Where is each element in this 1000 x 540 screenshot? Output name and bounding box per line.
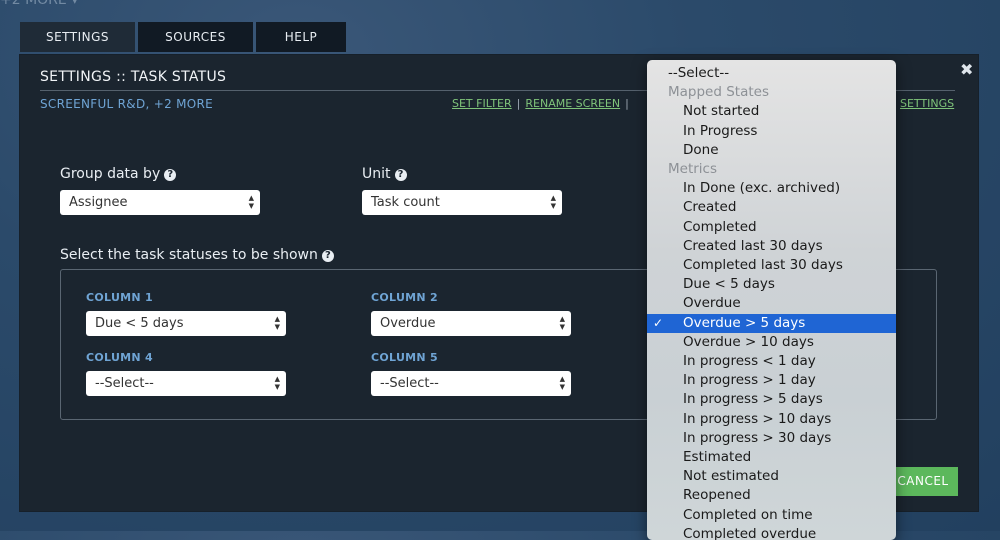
group-by-label: Group data by? <box>60 166 177 182</box>
menu-group-header: Metrics <box>647 160 896 179</box>
menu-item-select-placeholder[interactable]: --Select-- <box>647 64 896 83</box>
menu-item-label: Overdue <box>683 295 741 312</box>
menu-item[interactable]: Reopened <box>647 486 896 505</box>
menu-item[interactable]: Completed last 30 days <box>647 256 896 275</box>
tab-settings[interactable]: SETTINGS <box>20 22 135 52</box>
menu-item-label: Created last 30 days <box>683 237 823 254</box>
column-4-value: --Select-- <box>95 376 154 391</box>
menu-item[interactable]: Due < 5 days <box>647 275 896 294</box>
menu-item[interactable]: In progress > 30 days <box>647 429 896 448</box>
menu-item-label: In progress > 10 days <box>683 410 832 427</box>
menu-item-label: Reopened <box>683 487 751 504</box>
menu-item-label: Overdue > 10 days <box>683 333 814 350</box>
menu-item-label: Estimated <box>683 449 752 465</box>
column-1-select[interactable]: Due < 5 days ▲ ▼ <box>86 311 286 336</box>
menu-item-label: Completed last 30 days <box>683 257 843 273</box>
unit-select[interactable]: Task count ▲ ▼ <box>362 190 562 215</box>
menu-item[interactable]: Created <box>647 198 896 217</box>
menu-item-label: In progress > 5 days <box>683 391 823 408</box>
menu-item[interactable]: Overdue > 10 days <box>647 333 896 352</box>
breadcrumb: +2 MORE ▾ <box>0 0 79 8</box>
column-3-dropdown-menu: --Select-- Mapped States Not started In Pro… <box>647 60 896 540</box>
tab-sources[interactable]: SOURCES <box>138 22 253 52</box>
menu-item[interactable]: Created last 30 days <box>647 237 896 256</box>
column-2-select[interactable]: Overdue ▲ ▼ <box>371 311 571 336</box>
project-scope: SCREENFUL R&D, +2 MORE <box>40 97 214 111</box>
menu-item[interactable]: In progress < 1 day <box>647 352 896 371</box>
menu-item-label: Done <box>683 141 719 158</box>
menu-item-label: In progress < 1 day <box>683 353 816 369</box>
menu-item[interactable]: In progress > 1 day <box>647 371 896 390</box>
help-icon[interactable]: ? <box>321 250 334 262</box>
tab-bar: SETTINGS SOURCES HELP <box>20 22 346 52</box>
menu-item[interactable]: Completed overdue <box>647 525 896 540</box>
menu-item-label: Due < 5 days <box>683 276 775 293</box>
statuses-label: Select the task statuses to be shown? <box>60 247 334 263</box>
column-5-value: --Select-- <box>380 376 439 391</box>
menu-item-label: In Progress <box>683 122 758 139</box>
menu-item-label: Not started <box>683 103 760 120</box>
unit-label-text: Unit <box>362 166 391 182</box>
select-arrows-icon: ▲ ▼ <box>559 315 565 331</box>
cancel-button[interactable]: CANCEL <box>888 467 958 496</box>
settings-link[interactable]: SETTINGS <box>900 97 954 110</box>
menu-item[interactable]: Completed on time <box>647 506 896 525</box>
column-5-label: COLUMN 5 <box>371 351 439 364</box>
unit-label: Unit? <box>362 166 407 182</box>
menu-item-label: In progress > 30 days <box>683 429 832 446</box>
menu-item[interactable]: Not estimated <box>647 467 896 486</box>
rename-screen-link[interactable]: RENAME SCREEN <box>525 97 620 110</box>
menu-item-label: Created <box>683 199 737 216</box>
select-arrows-icon: ▲ ▼ <box>559 375 565 391</box>
menu-group-header: Mapped States <box>647 83 896 102</box>
menu-item[interactable]: In Done (exc. archived) <box>647 179 896 198</box>
menu-item-label: Not estimated <box>683 468 779 485</box>
help-icon[interactable]: ? <box>164 169 177 181</box>
column-5-select[interactable]: --Select-- ▲ ▼ <box>371 371 571 396</box>
tab-help[interactable]: HELP <box>256 22 346 52</box>
column-2-value: Overdue <box>380 316 436 331</box>
column-4-select[interactable]: --Select-- ▲ ▼ <box>86 371 286 396</box>
link-separator: | <box>516 97 521 110</box>
link-separator: | <box>625 97 629 110</box>
column-2-label: COLUMN 2 <box>371 291 439 304</box>
menu-item-label: In progress > 1 day <box>683 372 816 389</box>
menu-item-label: Completed <box>683 218 757 235</box>
menu-item[interactable]: ✓ Overdue > 5 days <box>647 313 896 333</box>
column-4-label: COLUMN 4 <box>86 351 154 364</box>
menu-item[interactable]: In progress > 10 days <box>647 410 896 429</box>
group-by-select[interactable]: Assignee ▲ ▼ <box>60 190 260 215</box>
group-by-label-text: Group data by <box>60 166 161 182</box>
menu-item-label: Overdue > 5 days <box>683 314 806 331</box>
column-1-label: COLUMN 1 <box>86 291 154 304</box>
menu-item-label: Completed overdue <box>683 525 817 540</box>
page-title: SETTINGS :: TASK STATUS <box>40 69 227 85</box>
column-1-value: Due < 5 days <box>95 316 184 331</box>
menu-item[interactable]: Estimated <box>647 448 896 467</box>
group-by-value: Assignee <box>69 195 128 210</box>
menu-item[interactable]: Completed <box>647 218 896 237</box>
unit-value: Task count <box>371 195 440 210</box>
select-arrows-icon: ▲ ▼ <box>274 375 280 391</box>
statuses-label-text: Select the task statuses to be shown <box>60 247 318 263</box>
select-arrows-icon: ▲ ▼ <box>550 194 556 210</box>
menu-item[interactable]: Not started <box>647 102 896 121</box>
menu-item-label: Mapped States <box>668 84 769 101</box>
menu-item[interactable]: Overdue <box>647 294 896 313</box>
checkmark-icon: ✓ <box>653 315 664 330</box>
menu-item-label: --Select-- <box>668 65 730 81</box>
menu-item-label: Metrics <box>668 161 718 177</box>
select-arrows-icon: ▲ ▼ <box>274 315 280 331</box>
select-arrows-icon: ▲ ▼ <box>248 194 254 210</box>
menu-item[interactable]: Done <box>647 141 896 160</box>
panel-links: SET FILTER | RENAME SCREEN | <box>452 97 634 110</box>
menu-item-label: In Done (exc. archived) <box>683 180 841 197</box>
set-filter-link[interactable]: SET FILTER <box>452 97 512 110</box>
menu-item-label: Completed on time <box>683 506 813 523</box>
menu-item[interactable]: In Progress <box>647 122 896 141</box>
menu-item[interactable]: In progress > 5 days <box>647 390 896 409</box>
close-icon[interactable]: ✖ <box>960 60 973 79</box>
help-icon[interactable]: ? <box>394 169 407 181</box>
